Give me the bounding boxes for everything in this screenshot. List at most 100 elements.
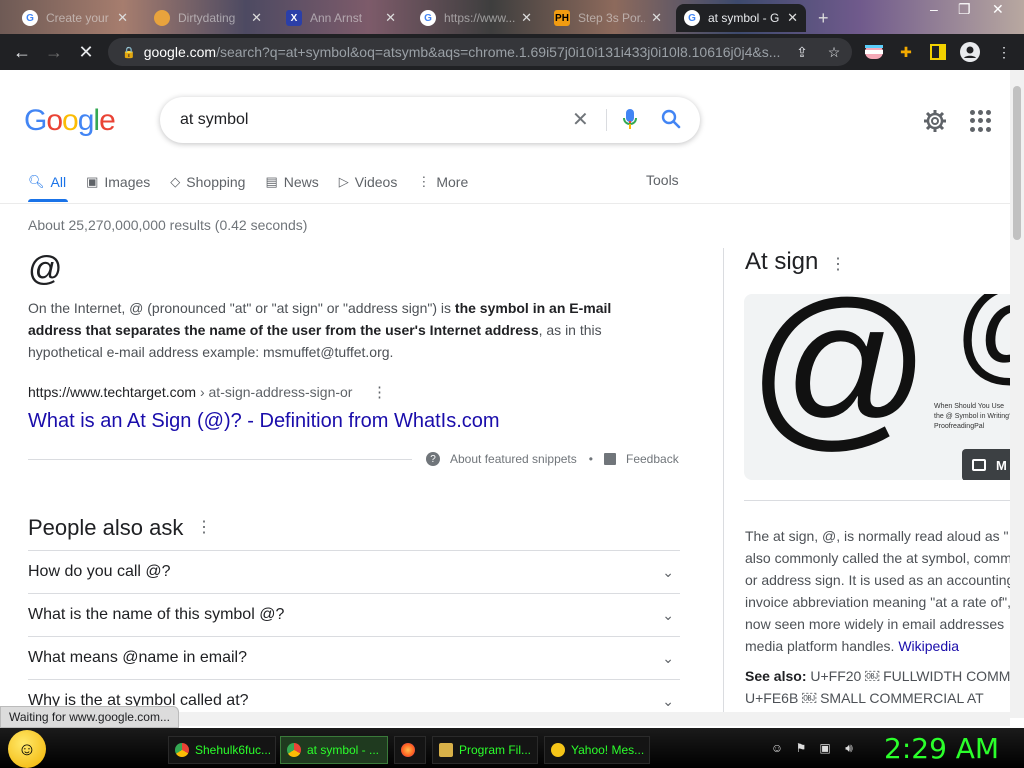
flag-tray-icon[interactable]: ⚑ [794, 741, 808, 755]
microphone-icon[interactable] [622, 108, 638, 130]
result-title-link[interactable]: What is an At Sign (@)? - Definition fro… [28, 410, 500, 433]
paa-question[interactable]: How do you call @? ⌄ [28, 550, 680, 593]
taskbar-item-label: Shehulk6fuc... [195, 743, 272, 757]
image-icon [972, 459, 986, 471]
tab-ann-arnst[interactable]: X Ann Arnst ✕ [278, 4, 404, 32]
taskbar-item-label: Program Fil... [459, 743, 532, 757]
search-input[interactable]: at symbol ✕ [160, 97, 700, 143]
taskbar-item-program-files[interactable]: Program Fil... [432, 736, 538, 764]
sidepanel-icon[interactable] [928, 42, 948, 62]
tab-videos[interactable]: ▷ Videos [339, 170, 398, 194]
feedback-link[interactable]: Feedback [604, 452, 679, 466]
see-also: See also: U+FF20 ￼ FULLWIDTH COMME U+FE6… [745, 665, 1010, 709]
result-url[interactable]: https://www.techtarget.com › at-sign-add… [28, 384, 352, 400]
tab-news[interactable]: ▤ News [265, 170, 318, 194]
vertical-scrollbar[interactable] [1010, 70, 1024, 718]
description-line: also commonly called the at symbol, comm [745, 550, 1010, 566]
settings-gear-icon[interactable] [922, 108, 948, 134]
extension-flag-icon[interactable] [864, 42, 884, 62]
tab-step[interactable]: PH Step 3s Por... ✕ [546, 4, 670, 32]
bookmark-star-icon[interactable]: ☆ [824, 42, 844, 62]
tab-label: Shopping [186, 174, 246, 190]
more-vert-icon: ⋮ [417, 174, 431, 189]
back-icon[interactable]: ← [10, 40, 34, 64]
description-line: now seen more widely in email addresses [745, 616, 1005, 632]
google-apps-icon[interactable] [970, 110, 992, 132]
close-icon[interactable]: ✕ [651, 10, 662, 26]
url-path: /search?q=at+symbol&oq=atsymb&aqs=chrome… [216, 44, 781, 60]
profile-avatar-icon[interactable] [960, 42, 980, 62]
taskbar-item-firefox[interactable] [394, 736, 426, 764]
paa-question[interactable]: What is the name of this symbol @? ⌄ [28, 593, 680, 636]
maximize-icon[interactable]: ❐ [958, 1, 971, 18]
taskbar-item-yahoo[interactable]: Yahoo! Mes... [544, 736, 650, 764]
people-also-ask-heading: People also ask [28, 515, 184, 540]
tab-images[interactable]: ▣ Images [86, 170, 150, 194]
close-icon[interactable]: ✕ [787, 10, 798, 26]
close-icon[interactable]: ✕ [117, 10, 128, 26]
clear-icon[interactable]: ✕ [572, 107, 589, 132]
search-page: Google at symbol ✕ 🔍︎ All ▣ Images ◇ Sho… [0, 70, 1010, 718]
tab-all[interactable]: 🔍︎ All [28, 170, 66, 194]
tab-label: All [50, 174, 67, 190]
new-tab-button[interactable]: + [818, 8, 829, 29]
see-also-item[interactable]: U+FF20 ￼ FULLWIDTH COMME [806, 668, 1010, 684]
lock-icon: 🔒 [122, 46, 136, 59]
address-bar[interactable]: 🔒 google.com/search?q=at+symbol&oq=atsym… [108, 38, 852, 66]
tab-url[interactable]: G https://www... ✕ [412, 4, 540, 32]
messenger-tray-icon[interactable]: ☺ [770, 741, 784, 755]
tab-dirtydating[interactable]: Dirtydating ✕ [146, 4, 270, 32]
volume-icon[interactable]: 🔊︎ [842, 741, 856, 755]
feedback-icon [604, 453, 616, 465]
search-icon[interactable] [660, 108, 682, 130]
tab-label: Images [104, 174, 151, 190]
tools-button[interactable]: Tools [646, 172, 679, 188]
knowledge-panel-description: The at sign, @, is normally read aloud a… [745, 525, 1010, 657]
result-host: https://www.techtarget.com [28, 384, 197, 400]
taskbar-item-at-symbol[interactable]: at symbol - ... [280, 736, 388, 764]
stop-icon[interactable]: ✕ [74, 40, 98, 64]
news-icon: ▤ [265, 174, 278, 189]
close-icon[interactable]: ✕ [251, 10, 262, 26]
description-line: The at sign, @, is normally read aloud a… [745, 528, 1009, 544]
result-breadcrumb: › at-sign-address-sign-or [196, 384, 353, 400]
tab-at-symbol[interactable]: G at symbol - G ✕ [676, 4, 806, 32]
play-icon: ▷ [338, 174, 349, 189]
see-also-item[interactable]: U+FE6B ￼ SMALL COMMERCIAL AT [745, 687, 1010, 709]
result-menu-icon[interactable]: ⋮ [372, 383, 387, 401]
knowledge-panel-images[interactable]: @ @ When Should You Use the @ Symbol in … [744, 294, 1010, 480]
taskbar-item-label: at symbol - ... [307, 743, 380, 757]
taskbar-item-chrome[interactable]: Shehulk6fuc... [168, 736, 276, 764]
more-images-label: M [996, 457, 1007, 473]
paa-question[interactable]: What means @name in email? ⌄ [28, 636, 680, 679]
close-icon[interactable]: ✕ [385, 10, 396, 26]
puzzle-icon[interactable]: ✚ [896, 42, 916, 62]
clock[interactable]: 2:29 AM [884, 732, 999, 765]
paa-question-text: What means @name in email? [28, 649, 247, 666]
tab-more[interactable]: ⋮ More [417, 170, 468, 194]
network-tray-icon[interactable]: ▣ [818, 741, 832, 755]
search-type-tabs: 🔍︎ All ▣ Images ◇ Shopping ▤ News ▷ Vide… [28, 170, 488, 200]
minimize-icon[interactable]: – [930, 1, 938, 17]
about-featured-snippets[interactable]: ? About featured snippets • [426, 452, 593, 466]
forward-icon[interactable]: → [42, 40, 66, 64]
search-icon: 🔍︎ [28, 174, 45, 189]
tab-create[interactable]: G Create your ... ✕ [14, 4, 136, 32]
more-images-button[interactable]: M [962, 449, 1010, 480]
scrollbar-thumb[interactable] [1013, 86, 1021, 240]
menu-kebab-icon[interactable]: ⋮ [994, 42, 1014, 62]
close-window-icon[interactable]: ✕ [992, 1, 1004, 18]
paa-menu-icon[interactable]: ⋮ [196, 517, 212, 537]
tab-shopping[interactable]: ◇ Shopping [170, 170, 245, 194]
start-smiley-icon[interactable]: ☺ [8, 730, 46, 768]
google-logo[interactable]: Google [24, 104, 116, 138]
search-divider [606, 109, 607, 131]
result-stats: About 25,270,000,000 results (0.42 secon… [28, 217, 308, 233]
close-icon[interactable]: ✕ [521, 10, 532, 26]
knowledge-panel-menu-icon[interactable]: ⋮ [830, 254, 846, 274]
tab-label: News [283, 174, 319, 190]
wikipedia-link[interactable]: Wikipedia [898, 638, 959, 654]
share-icon[interactable]: ⇪ [792, 42, 812, 62]
description-line: invoice abbreviation meaning "at a rate … [745, 594, 1010, 610]
folder-icon [439, 743, 453, 757]
